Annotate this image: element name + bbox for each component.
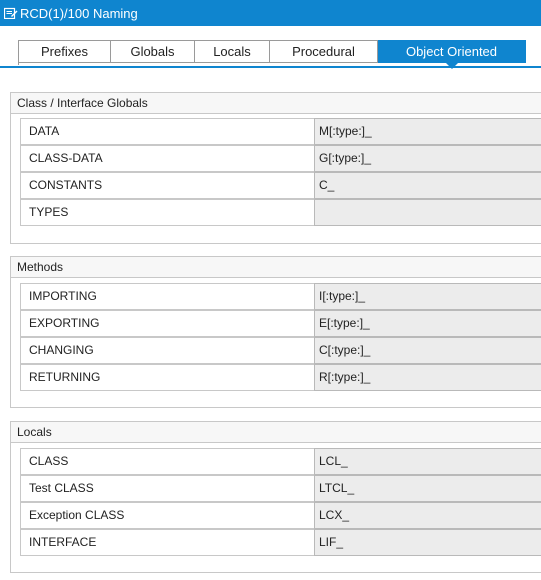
tab-locals[interactable]: Locals: [195, 40, 270, 63]
field-row-returning: RETURNING R[:type:]_: [20, 364, 541, 391]
field-row-class: CLASS LCL_: [20, 448, 541, 475]
field-label: IMPORTING: [20, 283, 314, 310]
field-row-exception-class: Exception CLASS LCX_: [20, 502, 541, 529]
window-title: RCD(1)/100 Naming: [20, 5, 138, 21]
group-title: Locals: [11, 422, 541, 443]
field-label: CHANGING: [20, 337, 314, 364]
field-input[interactable]: [314, 199, 541, 226]
tab-procedural[interactable]: Procedural: [270, 40, 378, 63]
field-row-constants: CONSTANTS C_: [20, 172, 541, 199]
field-row-changing: CHANGING C[:type:]_: [20, 337, 541, 364]
field-input[interactable]: M[:type:]_: [314, 118, 541, 145]
field-input[interactable]: LCL_: [314, 448, 541, 475]
field-label: CLASS-DATA: [20, 145, 314, 172]
field-label: CLASS: [20, 448, 314, 475]
field-input[interactable]: R[:type:]_: [314, 364, 541, 391]
field-label: Exception CLASS: [20, 502, 314, 529]
field-label: DATA: [20, 118, 314, 145]
field-input[interactable]: LTCL_: [314, 475, 541, 502]
group-title: Methods: [11, 257, 541, 278]
edit-document-icon: [4, 7, 18, 19]
field-input[interactable]: G[:type:]_: [314, 145, 541, 172]
title-bar: RCD(1)/100 Naming: [0, 0, 541, 26]
field-label: INTERFACE: [20, 529, 314, 556]
field-label: CONSTANTS: [20, 172, 314, 199]
tab-prefixes[interactable]: Prefixes: [19, 40, 111, 63]
field-label: Test CLASS: [20, 475, 314, 502]
field-row-test-class: Test CLASS LTCL_: [20, 475, 541, 502]
field-input[interactable]: C_: [314, 172, 541, 199]
field-row-class-data: CLASS-DATA G[:type:]_: [20, 145, 541, 172]
field-row-exporting: EXPORTING E[:type:]_: [20, 310, 541, 337]
field-label: RETURNING: [20, 364, 314, 391]
field-row-types: TYPES: [20, 199, 541, 226]
field-row-interface: INTERFACE LIF_: [20, 529, 541, 556]
tab-object-oriented[interactable]: Object Oriented: [378, 40, 526, 69]
field-label: TYPES: [20, 199, 314, 226]
field-row-data: DATA M[:type:]_: [20, 118, 541, 145]
field-input[interactable]: I[:type:]_: [314, 283, 541, 310]
field-input[interactable]: LCX_: [314, 502, 541, 529]
group-title: Class / Interface Globals: [11, 93, 541, 114]
field-input[interactable]: C[:type:]_: [314, 337, 541, 364]
field-input[interactable]: E[:type:]_: [314, 310, 541, 337]
field-input[interactable]: LIF_: [314, 529, 541, 556]
tab-globals[interactable]: Globals: [111, 40, 195, 63]
tab-strip: Prefixes Globals Locals Procedural Objec…: [18, 40, 526, 69]
field-row-importing: IMPORTING I[:type:]_: [20, 283, 541, 310]
tab-underline: [0, 66, 541, 68]
field-label: EXPORTING: [20, 310, 314, 337]
